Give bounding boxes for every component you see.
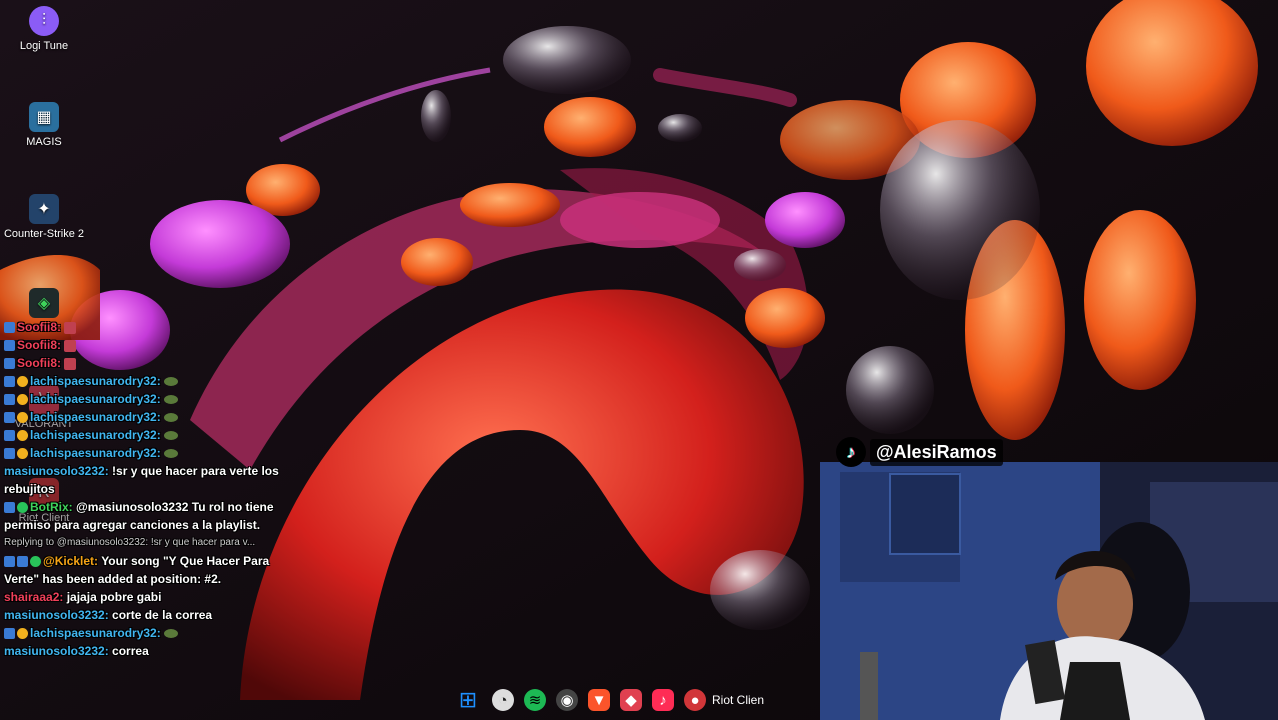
chat-reply-context: Replying to @masiunosolo3232: !sr y que … [4,537,256,548]
badge-icon [17,394,28,406]
badge-icon [4,376,15,388]
stream-chat-overlay: Soofii8: Soofii8: Soofii8: lachispaesuna… [0,318,300,660]
webcam-scene [820,462,1278,720]
nox-icon: ◈ [29,288,59,318]
badge-icon [4,394,15,406]
emote-icon [64,357,76,370]
tiktok-logo-icon: ♪ [836,437,866,467]
badge-icon [17,502,28,514]
chat-username: @Kicklet: [43,554,99,568]
badge-icon [17,430,28,442]
desktop-icon-label: Logi Tune [19,40,69,52]
badge-icon [17,376,28,388]
chat-username: masiunosolo3232: [4,644,109,658]
chat-message: BotRix: @masiunosolo3232 Tu rol no tiene… [0,498,300,534]
chat-text: corte de la correa [112,608,213,622]
chat-message: Soofii8: [0,318,300,336]
emote-icon [163,395,178,405]
counter-strike-icon: ✦ [29,194,59,224]
badge-icon [4,412,15,424]
badge-icon [4,448,15,460]
clock-app-button[interactable]: ◔ [492,689,514,711]
tiktok-handle: @AlesiRamos [870,438,1003,466]
logi-tune-icon: ⫶ [29,6,59,36]
chat-message: Soofii8: [0,354,300,372]
badge-icon [4,322,15,334]
badge-icon [4,340,15,352]
chat-username: BotRix: [30,500,73,514]
chat-username: masiunosolo3232: [4,608,109,622]
chat-message: lachispaesunarodry32: [0,372,300,390]
fortnite-tracker-button[interactable]: ◆ [620,689,642,711]
badge-icon [17,412,28,424]
clock-app-icon: ◔ [498,691,508,709]
obs-icon: ◉ [560,692,574,709]
chat-text: jajaja pobre gabi [66,590,162,604]
chat-text: correa [112,644,149,658]
badge-icon [4,358,15,370]
tracker-icon: ◆ [625,692,637,709]
desktop-icon-nox[interactable]: ◈ [0,288,88,322]
emote-icon [64,339,76,352]
badge-icon [17,556,28,568]
chat-username: Soofii8: [17,338,61,352]
spotify-button[interactable]: ≋ [524,689,546,711]
badge-icon [4,556,15,568]
spotify-icon: ≋ [528,692,542,709]
badge-icon [4,628,15,640]
chat-message: lachispaesunarodry32: [0,444,300,462]
chat-message: lachispaesunarodry32: [0,624,300,642]
taskbar: ⊞ ◔ ≋ ◉ ▼ ◆ ♪ ● Riot Clien [448,680,826,720]
magis-icon: ▦ [29,102,59,132]
desktop-icon-magis[interactable]: ▦ MAGIS [0,102,88,148]
chat-message: masiunosolo3232: corte de la correa [0,606,300,624]
riot-client-taskbar-button[interactable]: ● [684,689,706,711]
chat-username: lachispaesunarodry32: [30,626,161,640]
riot-client-taskbar-label: Riot Clien [712,693,765,707]
desktop-icon-counter-strike-2[interactable]: ✦ Counter-Strike 2 [0,194,88,240]
chat-message: shairaaa2: jajaja pobre gabi [0,588,300,606]
desktop-icon-label: Counter-Strike 2 [3,228,85,240]
tiktok-icon: ♪ [659,691,667,709]
badge-icon [17,628,28,640]
brave-button[interactable]: ▼ [588,689,610,711]
chat-message: masiunosolo3232: !sr y que hacer para ve… [0,462,300,498]
chat-username: lachispaesunarodry32: [30,446,161,460]
start-button[interactable]: ⊞ [454,686,482,714]
windows-icon: ⊞ [458,687,478,712]
chat-username: Soofii8: [17,320,61,334]
obs-button[interactable]: ◉ [556,689,578,711]
tiktok-handle-tag: ♪ @AlesiRamos [836,434,1003,470]
chat-message: masiunosolo3232: correa [0,642,300,660]
riot-client-icon: ● [690,691,700,709]
emote-icon [163,431,178,441]
brave-icon: ▼ [591,691,607,709]
chat-message: Soofii8: [0,336,300,354]
emote-icon [64,321,76,334]
emote-icon [163,377,178,387]
emote-icon [163,413,178,423]
emote-icon [163,629,178,639]
desktop-icon-label: MAGIS [26,136,62,148]
badge-icon [17,448,28,460]
chat-message: @Kicklet: Your song "Y Que Hacer Para Ve… [0,552,300,588]
tiktok-button[interactable]: ♪ [652,689,674,711]
chat-message: lachispaesunarodry32: [0,390,300,408]
badge-icon [4,430,15,442]
chat-username: lachispaesunarodry32: [30,374,161,388]
chat-message: lachispaesunarodry32: [0,408,300,426]
chat-username: lachispaesunarodry32: [30,392,161,406]
badge-icon [30,556,41,568]
desktop-icon-logi-tune[interactable]: ⫶ Logi Tune [0,6,88,52]
emote-icon [163,449,178,459]
chat-message: lachispaesunarodry32: [0,426,300,444]
chat-username: lachispaesunarodry32: [30,428,161,442]
chat-username: lachispaesunarodry32: [30,410,161,424]
webcam-feed [820,462,1278,720]
badge-icon [4,502,15,514]
chat-username: Soofii8: [17,356,61,370]
chat-username: shairaaa2: [4,590,64,604]
chat-username: masiunosolo3232: [4,464,109,478]
